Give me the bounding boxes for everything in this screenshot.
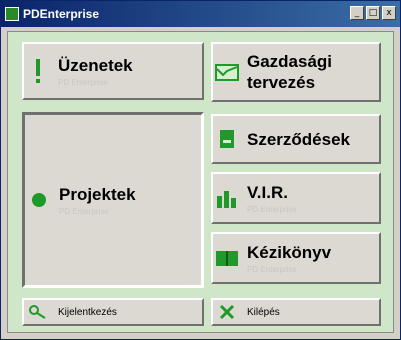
contracts-button[interactable]: Szerződések bbox=[211, 114, 381, 164]
green-dot-icon bbox=[25, 192, 53, 208]
bar-chart-icon bbox=[213, 188, 241, 208]
exit-label: Kilépés bbox=[247, 306, 280, 318]
maximize-button[interactable]: □ bbox=[366, 6, 380, 20]
logout-button[interactable]: Kijelentkezés bbox=[22, 298, 204, 326]
vir-label: V.I.R. bbox=[247, 183, 288, 202]
title-bar[interactable]: PDEnterprise _ □ x bbox=[1, 1, 400, 27]
window-title: PDEnterprise bbox=[23, 7, 100, 21]
economic-planning-button[interactable]: Gazdasági tervezés bbox=[211, 42, 381, 102]
projects-button[interactable]: Projektek PD Enterprise bbox=[22, 112, 204, 288]
manual-label: Kézikönyv bbox=[247, 243, 332, 262]
projects-label: Projektek bbox=[59, 185, 136, 204]
chart-envelope-icon bbox=[213, 63, 241, 81]
vir-sub: PD Enterprise bbox=[247, 205, 297, 214]
manual-sub: PD Enterprise bbox=[247, 265, 297, 274]
economic-planning-label-line2: tervezés bbox=[247, 73, 316, 92]
manual-button[interactable]: Kézikönyv PD Enterprise bbox=[211, 232, 381, 284]
open-book-icon bbox=[213, 248, 241, 268]
contracts-label: Szerződések bbox=[247, 129, 350, 149]
messages-label: Üzenetek bbox=[58, 56, 133, 75]
exit-button[interactable]: Kilépés bbox=[211, 298, 381, 326]
minimize-button[interactable]: _ bbox=[350, 6, 364, 20]
close-button[interactable]: x bbox=[382, 6, 396, 20]
key-icon bbox=[24, 305, 52, 319]
main-panel: Üzenetek PD Enterprise Gazdasági tervezé… bbox=[7, 31, 394, 333]
vir-button[interactable]: V.I.R. PD Enterprise bbox=[211, 172, 381, 224]
messages-button[interactable]: Üzenetek PD Enterprise bbox=[22, 42, 204, 100]
app-icon bbox=[5, 7, 19, 21]
x-icon bbox=[213, 304, 241, 320]
logout-label: Kijelentkezés bbox=[58, 306, 117, 318]
messages-sub: PD Enterprise bbox=[58, 78, 108, 87]
app-window: PDEnterprise _ □ x Üzenetek PD Enterpris… bbox=[0, 0, 401, 340]
projects-sub: PD Enterprise bbox=[59, 207, 109, 216]
exclamation-icon bbox=[24, 59, 52, 83]
economic-planning-label-line1: Gazdasági bbox=[247, 52, 333, 71]
contract-book-icon bbox=[213, 129, 241, 149]
window-controls: _ □ x bbox=[350, 6, 396, 20]
